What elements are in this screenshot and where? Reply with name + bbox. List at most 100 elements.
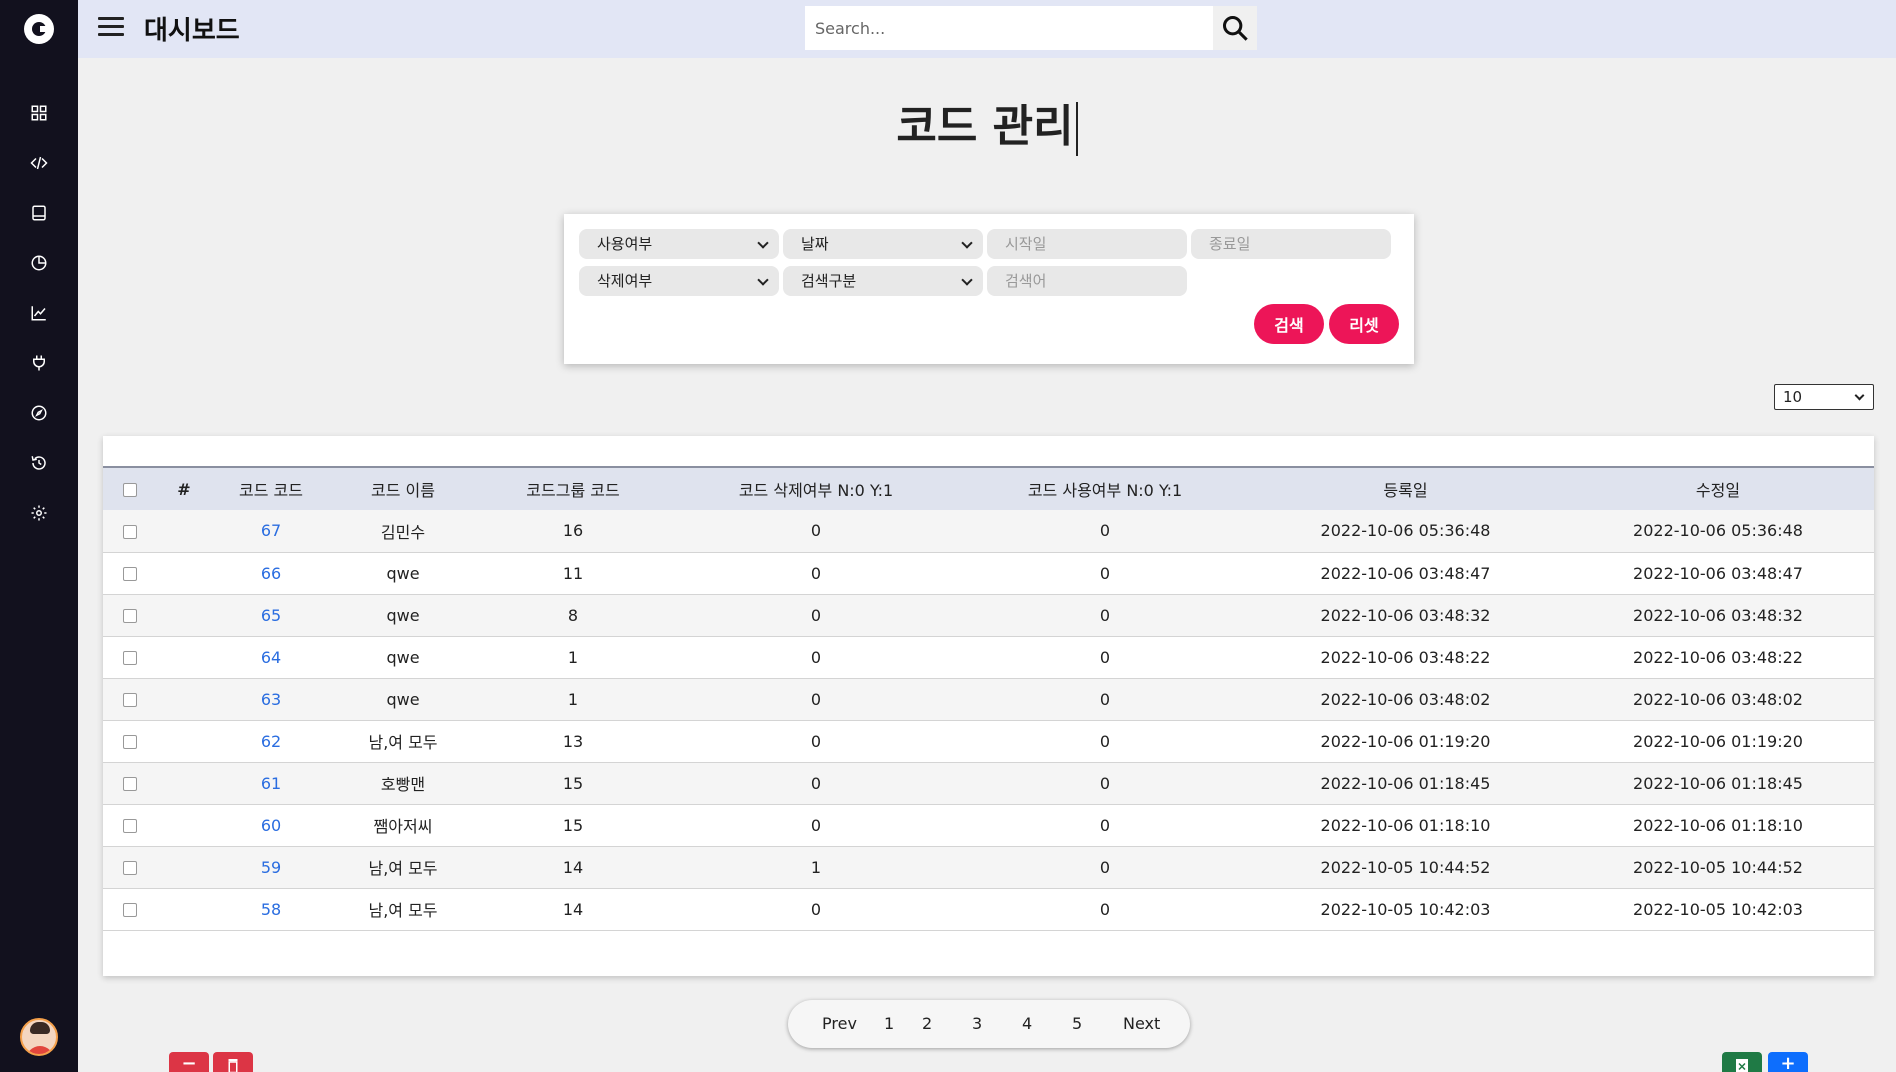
- prev-page-button[interactable]: Prev: [822, 1014, 857, 1033]
- updated-date-cell: 2022-10-06 01:19:20: [1562, 720, 1874, 763]
- updated-date-cell: 2022-10-06 03:48:47: [1562, 552, 1874, 595]
- updated-date-cell-text: 2022-10-06 03:48:22: [1633, 647, 1803, 667]
- add-button[interactable]: +: [1768, 1052, 1808, 1072]
- code-link[interactable]: 59: [261, 858, 281, 877]
- row-checkbox[interactable]: [123, 777, 137, 791]
- table-row[interactable]: 59 남,여 모두 14 1 0 2022-10-05 10:44:52 2022-10-0…: [103, 846, 1874, 889]
- use-status-select[interactable]: 사용여부: [579, 229, 779, 259]
- keyword-input[interactable]: 검색어: [987, 266, 1187, 296]
- code-link[interactable]: 67: [261, 521, 281, 540]
- deleted-flag-cell-text: 0: [810, 731, 822, 751]
- created-date-cell: 2022-10-06 03:48:22: [1249, 636, 1562, 679]
- table-row[interactable]: 66 qwe 11 0 0 2022-10-06 03:48:47 2022-10-06 0…: [103, 552, 1874, 595]
- created-date-cell-text: 2022-10-06 03:48:02: [1320, 689, 1491, 709]
- column-header[interactable]: #: [157, 468, 211, 510]
- page-link[interactable]: 5: [1072, 1014, 1082, 1033]
- row-select-cell: [103, 594, 157, 637]
- column-header[interactable]: 코드 코드: [211, 468, 331, 510]
- table-row[interactable]: 61 호빵맨 15 0 0 2022-10-06 01:18:45 2022-10-06 0…: [103, 762, 1874, 805]
- pie-chart-icon[interactable]: [27, 251, 51, 275]
- name-cell: 쨈아저씨: [331, 804, 475, 847]
- remove-button[interactable]: −: [169, 1052, 209, 1072]
- column-header[interactable]: 코드 삭제여부 N:0 Y:1: [671, 468, 961, 510]
- code-cell: 59: [211, 846, 331, 889]
- row-select-cell: [103, 762, 157, 805]
- code-link[interactable]: 66: [261, 564, 281, 583]
- search-input[interactable]: [805, 6, 1213, 50]
- code-link[interactable]: 65: [261, 606, 281, 625]
- code-link[interactable]: 61: [261, 774, 281, 793]
- used-flag-cell: 0: [961, 636, 1249, 679]
- row-select-cell: [103, 552, 157, 595]
- used-flag-cell: 0: [961, 804, 1249, 847]
- code-link[interactable]: 62: [261, 732, 281, 751]
- row-select-cell: [103, 804, 157, 847]
- row-number-cell: [157, 846, 211, 889]
- group-code-cell: 8: [475, 594, 671, 637]
- table-row[interactable]: 65 qwe 8 0 0 2022-10-06 03:48:32 2022-10-06 03…: [103, 594, 1874, 637]
- page-size-select[interactable]: 10: [1774, 384, 1874, 410]
- avatar[interactable]: [20, 1018, 58, 1056]
- code-link[interactable]: 64: [261, 648, 281, 667]
- used-flag-cell-text: 0: [1099, 605, 1111, 625]
- date-select[interactable]: 날짜: [783, 229, 983, 259]
- column-header[interactable]: 코드 이름: [331, 468, 475, 510]
- book-icon[interactable]: [27, 201, 51, 225]
- topbar: 대시보드: [78, 0, 1896, 58]
- history-icon[interactable]: [27, 451, 51, 475]
- column-header[interactable]: 수정일: [1562, 468, 1874, 510]
- updated-date-cell-text: 2022-10-06 05:36:48: [1633, 521, 1803, 541]
- row-checkbox[interactable]: [123, 819, 137, 833]
- page-link[interactable]: 2: [922, 1014, 932, 1033]
- select-all-cell: [103, 468, 157, 510]
- created-date-cell: 2022-10-06 01:18:10: [1249, 804, 1562, 847]
- gear-icon[interactable]: [27, 501, 51, 525]
- table-row[interactable]: 58 남,여 모두 14 0 0 2022-10-05 10:42:03 2022-10-0…: [103, 888, 1874, 931]
- row-number-cell: [157, 552, 211, 595]
- app-logo[interactable]: [24, 14, 54, 44]
- search-submit-button[interactable]: 검색: [1254, 304, 1324, 344]
- plug-icon[interactable]: [27, 351, 51, 375]
- search-button[interactable]: [1213, 6, 1257, 50]
- row-checkbox[interactable]: [123, 735, 137, 749]
- row-checkbox[interactable]: [123, 524, 137, 539]
- delete-button[interactable]: [213, 1052, 253, 1072]
- table-row[interactable]: 63 qwe 1 0 0 2022-10-06 03:48:02 2022-10-06 03…: [103, 678, 1874, 721]
- deleted-flag-cell: 0: [671, 594, 961, 637]
- created-date-cell-text: 2022-10-06 01:18:45: [1320, 773, 1491, 793]
- row-checkbox[interactable]: [123, 693, 137, 707]
- table-row[interactable]: 67 김민수 16 0 0 2022-10-06 05:36:48 2022-10-06 0…: [103, 510, 1874, 553]
- search-type-select[interactable]: 검색구분: [783, 266, 983, 296]
- row-checkbox[interactable]: [123, 651, 137, 665]
- column-header[interactable]: 코드그룹 코드: [475, 468, 671, 510]
- row-checkbox[interactable]: [123, 861, 137, 875]
- start-date-input[interactable]: 시작일: [987, 229, 1187, 259]
- row-select-cell: [103, 678, 157, 721]
- code-link[interactable]: 60: [261, 816, 281, 835]
- end-date-input[interactable]: 종료일: [1191, 229, 1391, 259]
- compass-icon[interactable]: [27, 401, 51, 425]
- column-header[interactable]: 코드 사용여부 N:0 Y:1: [961, 468, 1249, 510]
- row-checkbox[interactable]: [123, 567, 137, 581]
- row-checkbox[interactable]: [123, 609, 137, 623]
- hamburger-menu-icon[interactable]: [98, 17, 124, 39]
- page-link[interactable]: 3: [972, 1014, 982, 1033]
- column-header[interactable]: 등록일: [1249, 468, 1562, 510]
- code-link[interactable]: 63: [261, 690, 281, 709]
- page-link[interactable]: 4: [1022, 1014, 1032, 1033]
- table-row[interactable]: 62 남,여 모두 13 0 0 2022-10-06 01:19:20 2022-10-0…: [103, 720, 1874, 763]
- row-number-cell: [157, 888, 211, 931]
- row-checkbox[interactable]: [123, 903, 137, 917]
- excel-export-button[interactable]: [1722, 1052, 1762, 1072]
- code-link[interactable]: 58: [261, 900, 281, 919]
- next-page-button[interactable]: Next: [1123, 1014, 1160, 1033]
- page-link[interactable]: 1: [884, 1014, 894, 1033]
- table-row[interactable]: 64 qwe 1 0 0 2022-10-06 03:48:22 2022-10-06 03…: [103, 636, 1874, 679]
- delete-status-select[interactable]: 삭제여부: [579, 266, 779, 296]
- line-chart-icon[interactable]: [27, 301, 51, 325]
- select-all-checkbox[interactable]: [123, 483, 137, 497]
- table-row[interactable]: 60 쨈아저씨 15 0 0 2022-10-06 01:18:10 2022-10-06 …: [103, 804, 1874, 847]
- table-header-row: # 코드 코드 코드 이름 코드그룹 코드 코드 삭제여부 N:0 Y:1 코드…: [103, 468, 1874, 510]
- reset-button[interactable]: 리셋: [1329, 304, 1399, 344]
- code-cell: 65: [211, 594, 331, 637]
